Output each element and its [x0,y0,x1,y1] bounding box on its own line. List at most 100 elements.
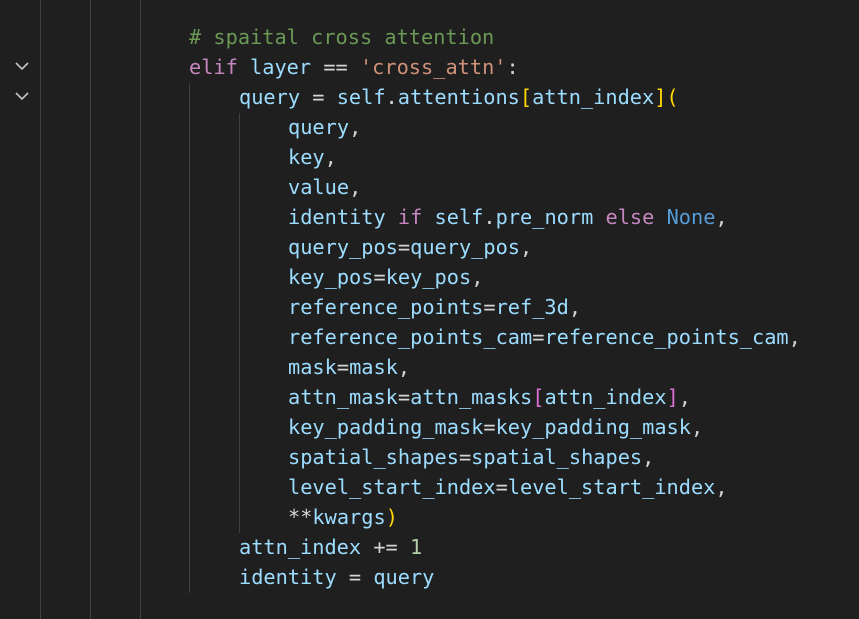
code-token: ( [666,85,679,109]
code-token: , [678,385,691,409]
code-line[interactable]: reference_points_cam=reference_points_ca… [288,322,801,352]
code-token: identity [288,205,386,229]
code-token: = [532,325,545,349]
code-line[interactable]: elif layer == 'cross_attn': [189,52,519,82]
code-token: = [495,475,508,499]
code-token: level_start_index [507,475,716,499]
code-token: level_start_index [288,475,496,499]
code-token: key_padding_mask [288,415,484,439]
code-token: query_pos [410,235,521,259]
code-token: attn_masks [410,385,533,409]
code-token: = [397,385,411,409]
code-line[interactable]: identity = query [239,562,434,592]
code-token: , [520,235,533,259]
code-token: , [642,445,655,469]
code-line[interactable]: attn_mask=attn_masks[attn_index], [288,382,691,412]
code-token: spatial_shapes [471,445,643,469]
code-line[interactable]: attn_index += 1 [239,532,422,562]
code-token: = [483,295,496,319]
code-line[interactable]: # spaital cross attention [189,22,494,52]
code-token: , [788,325,801,349]
code-line[interactable]: key_padding_mask=key_padding_mask, [288,412,703,442]
code-line[interactable]: identity if self.pre_norm else None, [288,202,728,232]
code-token: key [288,145,325,169]
code-token: attentions [397,85,520,109]
code-token: [ [519,85,533,109]
code-token: reference_points [288,295,484,319]
code-token: ) [385,505,398,529]
code-line[interactable]: reference_points=ref_3d, [288,292,581,322]
code-token: ref_3d [495,295,569,319]
code-token: None [666,205,716,229]
code-token: attn_index [544,385,667,409]
code-token: reference_points_cam [544,325,789,349]
editor-gutter [0,0,44,619]
code-token: . [483,205,496,229]
code-line[interactable]: query_pos=query_pos, [288,232,532,262]
chevron-down-icon[interactable] [12,86,32,106]
indent-guide [239,113,240,533]
code-token: , [568,295,582,319]
code-line[interactable]: key, [288,142,337,172]
code-token: . [385,85,398,109]
code-token: query [288,115,350,139]
code-line[interactable]: **kwargs) [288,502,398,532]
code-line[interactable]: level_start_index=level_start_index, [288,472,728,502]
code-token: mask [288,355,337,379]
code-token: = [483,415,496,439]
code-token: identity [239,565,337,589]
code-line[interactable]: mask=mask, [288,352,410,382]
code-token: reference_points_cam [288,325,533,349]
code-line[interactable]: query, [288,112,361,142]
code-token: kwargs [312,505,386,529]
code-line[interactable]: key_pos=key_pos, [288,262,483,292]
code-token: key_pos [288,265,374,289]
code-token: 'cross_attn' [359,55,507,79]
code-token: , [690,415,704,439]
code-token: ] [666,385,679,409]
code-token: ] [654,85,667,109]
chevron-down-icon[interactable] [12,56,32,76]
code-token: query_pos [288,235,398,259]
indent-guide [189,83,190,593]
code-token: key_padding_mask [495,415,691,439]
code-token: , [715,205,728,229]
code-line[interactable]: query = self.attentions[attn_index]( [239,82,679,112]
code-token: = [458,445,472,469]
code-token: else [605,205,655,229]
indent-guide [40,0,41,619]
code-token: # spaital cross attention [189,25,495,49]
code-token: , [715,475,728,499]
code-line[interactable]: spatial_shapes=spatial_shapes, [288,442,654,472]
code-token: = [397,235,411,259]
code-token: query [373,565,435,589]
code-token: spatial_shapes [288,445,459,469]
code-token: = [300,85,337,109]
indent-guide [90,0,91,619]
code-token: = [336,565,374,589]
code-token: 1 [409,535,423,559]
code-token: : [506,55,519,79]
code-token: mask [349,355,398,379]
code-token: ** [288,505,313,529]
code-token: , [397,355,411,379]
code-editor[interactable]: # spaital cross attention elif layer == '… [0,0,859,619]
code-token: self [434,205,484,229]
code-token: , [349,115,362,139]
code-token: pre_norm [495,205,594,229]
code-token: = [373,265,386,289]
code-token: if [397,205,423,229]
code-token: , [349,175,362,199]
code-line[interactable]: value, [288,172,361,202]
code-token: [ [532,385,545,409]
code-token: self [336,85,386,109]
code-token: query [239,85,301,109]
code-token: += [373,535,398,559]
code-token: , [471,265,484,289]
code-token: == [323,55,348,79]
